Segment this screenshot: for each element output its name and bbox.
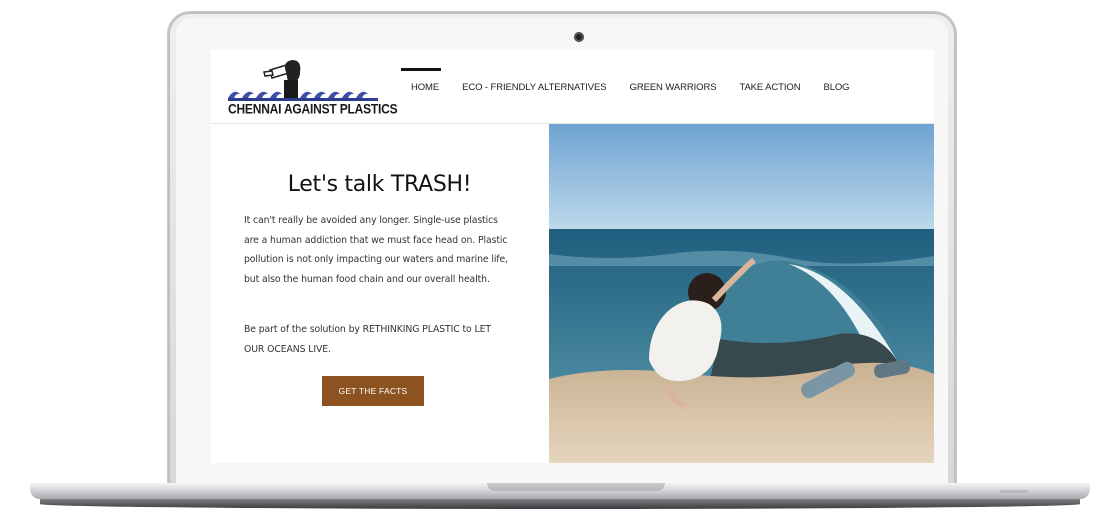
main-nav: HOME ECO - FRIENDLY ALTERNATIVES GREEN W… xyxy=(400,68,872,110)
hero-paragraph-intro: It can't really be avoided any longer. S… xyxy=(244,215,508,285)
camera-icon xyxy=(574,32,584,42)
nav-eco-friendly-alternatives[interactable]: ECO - FRIENDLY ALTERNATIVES xyxy=(462,70,607,93)
logo-emblem-icon xyxy=(228,60,378,101)
laptop-base-shadow xyxy=(40,499,1080,509)
nav-home[interactable]: HOME xyxy=(400,68,442,93)
site-header: CHENNAI AGAINST PLASTICS HOME ECO - FRIE… xyxy=(211,50,934,124)
site-logo[interactable]: CHENNAI AGAINST PLASTICS xyxy=(228,58,398,120)
get-the-facts-button[interactable]: GET THE FACTS xyxy=(322,376,424,406)
nav-take-action[interactable]: TAKE ACTION xyxy=(739,70,800,93)
ocean-illustration xyxy=(549,124,934,463)
nav-blog[interactable]: BLOG xyxy=(823,70,849,93)
laptop-hinge-notch xyxy=(487,483,665,491)
hero-title: Let's talk TRASH! xyxy=(287,172,472,197)
hero-paragraph-callout: Be part of the solution by RETHINKING PL… xyxy=(244,324,491,355)
logo-text: CHENNAI AGAINST PLASTICS xyxy=(228,101,398,118)
status-light-icon xyxy=(1000,490,1028,493)
nav-green-warriors[interactable]: GREEN WARRIORS xyxy=(630,70,717,93)
browser-viewport: CHENNAI AGAINST PLASTICS HOME ECO - FRIE… xyxy=(211,50,934,463)
hero-image-ocean xyxy=(549,124,934,463)
hero-text-panel: Let's talk TRASH! It can't really be avo… xyxy=(211,124,548,463)
